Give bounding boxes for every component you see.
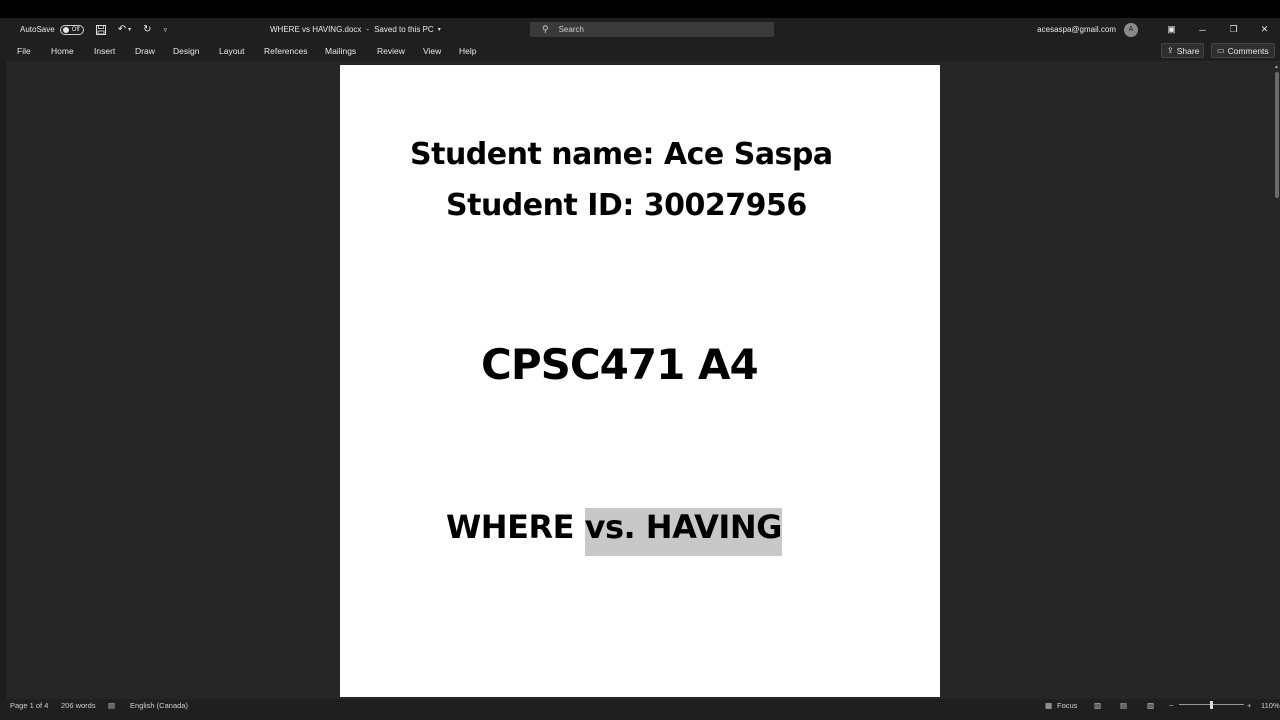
tab-file[interactable]: File	[17, 46, 31, 56]
share-icon: ⇪	[1167, 46, 1174, 55]
zoom-slider-thumb[interactable]	[1210, 701, 1213, 709]
restore-icon[interactable]: ❐	[1218, 24, 1249, 35]
web-layout-icon[interactable]: ▧	[1147, 701, 1154, 710]
close-icon[interactable]: ✕	[1249, 24, 1280, 35]
zoom-out-button[interactable]: −	[1169, 701, 1173, 710]
search-placeholder: Search	[558, 25, 584, 34]
tab-references[interactable]: References	[264, 46, 307, 56]
course-title-line[interactable]: CPSC471 A4	[481, 340, 759, 389]
document-page[interactable]: Student name: Ace Saspa Student ID: 3002…	[340, 65, 940, 697]
redo-icon[interactable]: ↻	[143, 24, 151, 35]
share-label: Share	[1176, 45, 1200, 56]
autosave-state: Off	[71, 26, 80, 33]
search-icon: ⚲	[542, 24, 549, 34]
zoom-in-button[interactable]: +	[1247, 701, 1251, 710]
word-count[interactable]: 206 words	[61, 701, 96, 710]
tab-home[interactable]: Home	[51, 46, 74, 56]
document-name: WHERE vs HAVING.docx	[270, 25, 362, 34]
search-input[interactable]: ⚲ Search	[530, 22, 774, 37]
tab-mailings[interactable]: Mailings	[325, 46, 356, 56]
scroll-up-icon[interactable]: ▲	[1274, 64, 1279, 70]
tab-design[interactable]: Design	[173, 46, 199, 56]
student-id-line[interactable]: Student ID: 30027956	[446, 188, 807, 223]
comments-button[interactable]: ▭ Comments	[1211, 43, 1275, 58]
tab-help[interactable]: Help	[459, 46, 476, 56]
tab-draw[interactable]: Draw	[135, 46, 155, 56]
top-black-strip	[0, 0, 1280, 18]
quick-access-toolbar: AutoSave Off ↶ ▾ ↻ ▿	[20, 18, 167, 41]
focus-mode-button[interactable]: Focus	[1057, 701, 1077, 710]
canvas-left-edge	[0, 61, 6, 699]
selected-text: vs. HAVING	[584, 508, 782, 556]
title-separator: -	[366, 25, 370, 34]
language-indicator[interactable]: English (Canada)	[130, 701, 188, 710]
scrollbar-thumb[interactable]	[1275, 72, 1279, 198]
comments-label: Comments	[1227, 45, 1269, 56]
focus-icon: ▦	[1045, 701, 1053, 710]
page-count[interactable]: Page 1 of 4	[10, 701, 48, 710]
title-bar-right: acesaspa@gmail.com A ▣ ─ ❐ ✕	[1037, 18, 1280, 41]
tab-insert[interactable]: Insert	[94, 46, 115, 56]
account-email[interactable]: acesaspa@gmail.com	[1037, 25, 1116, 34]
autosave-label: AutoSave	[20, 25, 55, 34]
comment-icon: ▭	[1217, 46, 1225, 55]
save-status: Saved to this PC	[374, 25, 434, 34]
ribbon-display-options-icon[interactable]: ▣	[1156, 24, 1187, 35]
tab-view[interactable]: View	[423, 46, 441, 56]
tab-layout[interactable]: Layout	[219, 46, 245, 56]
topic-line[interactable]: WHERE vs. HAVING	[446, 508, 782, 556]
student-name-line[interactable]: Student name: Ace Saspa	[410, 137, 833, 172]
chevron-down-icon: ▾	[437, 27, 441, 33]
status-bar: Page 1 of 4 206 words ▤ English (Canada)…	[0, 699, 1280, 720]
topic-prefix: WHERE	[446, 508, 585, 546]
ribbon-tabs: File Home Insert Draw Design Layout Refe…	[0, 41, 1280, 61]
document-title[interactable]: WHERE vs HAVING.docx - Saved to this PC …	[270, 18, 441, 41]
print-layout-icon[interactable]: ▤	[1120, 701, 1127, 710]
proofing-icon[interactable]: ▤	[108, 701, 115, 710]
undo-icon[interactable]: ↶ ▾	[118, 24, 131, 35]
share-button[interactable]: ⇪ Share	[1161, 43, 1204, 58]
title-bar: AutoSave Off ↶ ▾ ↻ ▿ WHERE vs HAVING.docx…	[0, 18, 1280, 41]
customize-qat-icon[interactable]: ▿	[164, 26, 168, 34]
read-mode-icon[interactable]: ▥	[1094, 701, 1101, 710]
autosave-toggle[interactable]: Off	[59, 24, 84, 35]
tab-review[interactable]: Review	[377, 46, 405, 56]
toggle-knob	[62, 27, 69, 33]
avatar[interactable]: A	[1124, 22, 1138, 37]
save-icon[interactable]	[95, 24, 106, 35]
zoom-level[interactable]: 110%	[1261, 701, 1280, 710]
minimize-icon[interactable]: ─	[1187, 25, 1218, 35]
